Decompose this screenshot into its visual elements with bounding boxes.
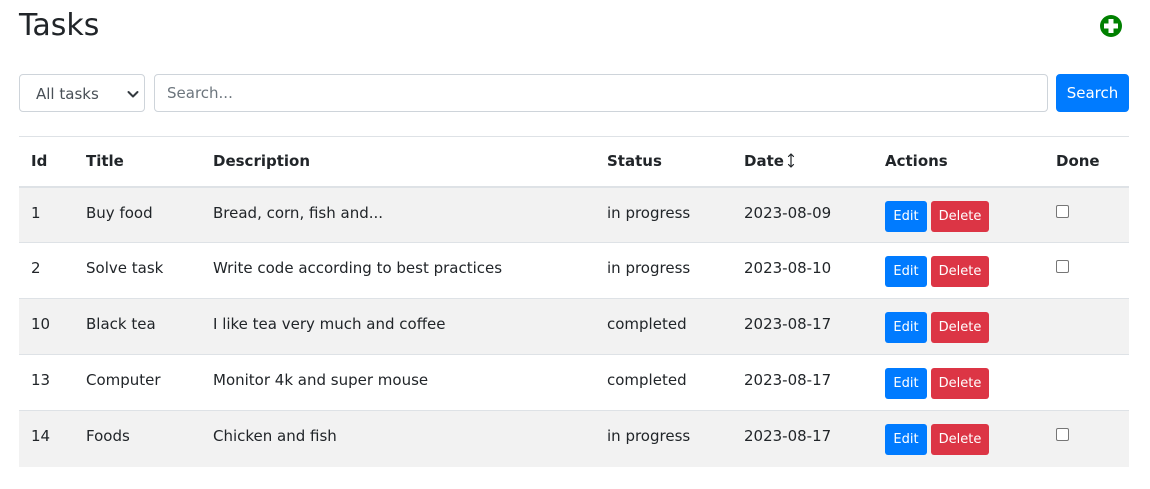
table-row: 10 Black tea I like tea very much and coff… bbox=[19, 298, 1129, 355]
task-title-cell: Black tea bbox=[86, 315, 156, 333]
column-header-date-label: Date bbox=[744, 152, 784, 171]
edit-button[interactable]: Edit bbox=[885, 368, 927, 399]
done-checkbox[interactable] bbox=[1056, 204, 1069, 218]
task-title-cell: Foods bbox=[86, 427, 130, 445]
status-filter-select[interactable]: All tasks bbox=[19, 74, 145, 112]
task-description-cell: Write code according to best practices bbox=[213, 259, 503, 277]
delete-button[interactable]: Delete bbox=[931, 312, 989, 343]
status-filter-value: All tasks bbox=[36, 85, 99, 103]
task-actions-cell: Edit Delete bbox=[873, 187, 1044, 243]
column-header-title: Title bbox=[86, 152, 124, 171]
task-date-cell: 2023-08-17 bbox=[744, 315, 832, 333]
table-row: 1 Buy food Bread, corn, fish and... in prog… bbox=[19, 186, 1129, 243]
tasks-page: Tasks All tasks Search I bbox=[0, 0, 1150, 489]
search-input[interactable] bbox=[154, 74, 1048, 112]
task-description-cell: Bread, corn, fish and... bbox=[213, 203, 384, 222]
task-title-cell: Buy food bbox=[86, 203, 153, 222]
task-description-cell: Monitor 4k and super mouse bbox=[213, 371, 429, 389]
plus-circle-icon bbox=[1100, 15, 1122, 37]
table-body: 1 Buy food Bread, corn, fish and... in prog… bbox=[19, 186, 1129, 467]
edit-button[interactable]: Edit bbox=[885, 424, 927, 455]
delete-button[interactable]: Delete bbox=[931, 368, 989, 399]
task-id-cell: 10 bbox=[31, 315, 51, 333]
task-status-cell: in progress bbox=[607, 259, 691, 277]
page-title: Tasks bbox=[19, 8, 100, 43]
sort-arrows-icon bbox=[787, 153, 795, 168]
search-button[interactable]: Search bbox=[1056, 74, 1129, 112]
task-done-cell bbox=[1044, 355, 1129, 411]
column-header-date[interactable]: Date bbox=[732, 137, 873, 187]
task-date-cell: 2023-08-09 bbox=[744, 203, 832, 222]
edit-button[interactable]: Edit bbox=[885, 256, 927, 287]
task-status-cell: in progress bbox=[607, 427, 691, 445]
task-id-cell: 2 bbox=[31, 259, 41, 277]
header-row: Id Title Description Status Date Actions… bbox=[19, 136, 1129, 187]
table-row: 14 Foods Chicken and fish in progress 2023-0… bbox=[19, 410, 1129, 467]
tasks-table: Id Title Description Status Date Actions… bbox=[19, 136, 1129, 467]
column-header-actions: Actions bbox=[885, 152, 948, 171]
chevron-down-icon bbox=[127, 91, 139, 98]
add-task-button[interactable] bbox=[1099, 14, 1123, 38]
task-title-cell: Computer bbox=[86, 371, 161, 389]
task-actions-cell: Edit Delete bbox=[873, 243, 1044, 299]
task-date-cell: 2023-08-17 bbox=[744, 427, 832, 445]
task-title-cell: Solve task bbox=[86, 259, 164, 277]
done-checkbox[interactable] bbox=[1056, 428, 1069, 441]
filter-bar: All tasks Search bbox=[19, 74, 1129, 112]
task-status-cell: completed bbox=[607, 315, 687, 333]
task-actions-cell: Edit Delete bbox=[873, 355, 1044, 411]
done-checkbox[interactable] bbox=[1056, 260, 1069, 273]
delete-button[interactable]: Delete bbox=[931, 256, 989, 287]
edit-button[interactable]: Edit bbox=[885, 312, 927, 343]
column-header-description: Description bbox=[213, 152, 311, 171]
column-header-done: Done bbox=[1056, 152, 1100, 171]
table-row: 13 Computer Monitor 4k and super mouse comp… bbox=[19, 354, 1129, 411]
task-done-cell bbox=[1044, 187, 1129, 243]
delete-button[interactable]: Delete bbox=[931, 200, 989, 232]
task-actions-cell: Edit Delete bbox=[873, 411, 1044, 467]
task-done-cell bbox=[1044, 411, 1129, 467]
task-status-cell: completed bbox=[607, 371, 687, 389]
table-row: 2 Solve task Write code according to best … bbox=[19, 242, 1129, 299]
delete-button[interactable]: Delete bbox=[931, 424, 989, 455]
task-id-cell: 13 bbox=[31, 371, 51, 389]
task-id-cell: 14 bbox=[31, 427, 51, 445]
column-header-id: Id bbox=[31, 152, 48, 171]
task-status-cell: in progress bbox=[607, 203, 691, 222]
table-header: Id Title Description Status Date Actions… bbox=[19, 136, 1129, 187]
task-done-cell bbox=[1044, 243, 1129, 299]
task-date-cell: 2023-08-10 bbox=[744, 259, 832, 277]
task-actions-cell: Edit Delete bbox=[873, 299, 1044, 355]
edit-button[interactable]: Edit bbox=[885, 200, 927, 232]
task-description-cell: Chicken and fish bbox=[213, 427, 337, 445]
column-header-status: Status bbox=[607, 152, 662, 171]
task-description-cell: I like tea very much and coffee bbox=[213, 315, 446, 333]
task-done-cell bbox=[1044, 299, 1129, 355]
task-date-cell: 2023-08-17 bbox=[744, 371, 832, 389]
task-id-cell: 1 bbox=[31, 203, 41, 222]
